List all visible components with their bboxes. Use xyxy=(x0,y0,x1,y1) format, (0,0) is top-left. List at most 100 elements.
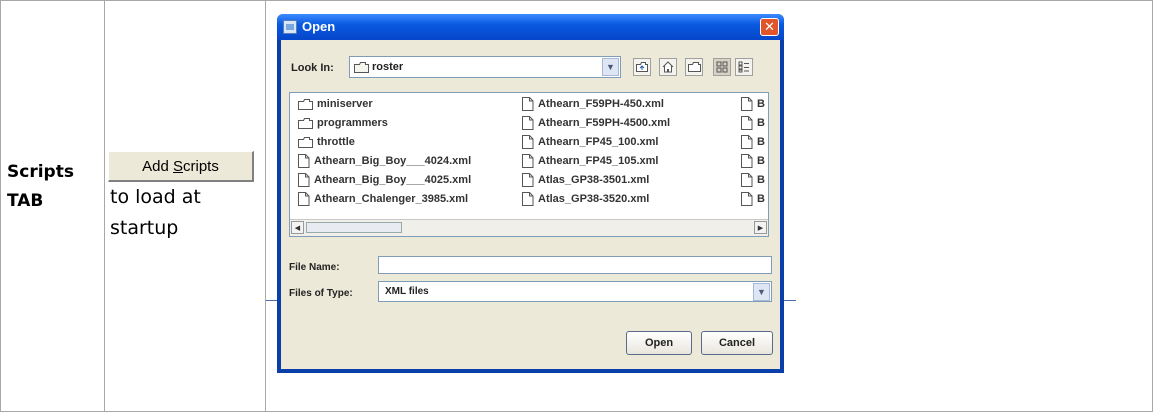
list-view-button[interactable] xyxy=(713,58,731,76)
list-item[interactable]: B xyxy=(741,171,765,189)
list-item-label: Athearn_Chalenger_3985.xml xyxy=(314,193,469,205)
file-icon xyxy=(741,173,753,187)
list-item[interactable]: Athearn_FP45_100.xml xyxy=(522,133,658,151)
open-button[interactable]: Open xyxy=(626,331,692,355)
column-divider-1 xyxy=(104,0,105,412)
scroll-left-icon[interactable]: ◀ xyxy=(291,221,304,234)
list-item[interactable]: programmers xyxy=(298,114,388,132)
dialog-title-bar[interactable]: Open ✕ xyxy=(277,14,784,40)
list-item[interactable]: Athearn_Big_Boy___4025.xml xyxy=(298,171,471,189)
home-icon xyxy=(662,61,674,73)
list-item[interactable]: Athearn_F59PH-450.xml xyxy=(522,95,664,113)
list-view-icon xyxy=(716,61,728,73)
file-icon xyxy=(741,97,753,111)
list-item-label: Athearn_F59PH-450.xml xyxy=(538,98,664,110)
list-item-label: B xyxy=(757,155,765,167)
dialog-title: Open xyxy=(302,19,336,34)
chevron-down-icon[interactable]: ▼ xyxy=(602,58,619,76)
file-list[interactable]: miniserver programmers throttle Athearn_… xyxy=(289,92,769,237)
add-scripts-button-prefix: Add xyxy=(142,157,173,175)
app-icon xyxy=(283,20,297,34)
files-of-type-combo[interactable]: XML files ▼ xyxy=(378,281,772,302)
list-item[interactable]: Atlas_GP38-3501.xml xyxy=(522,171,649,189)
list-item[interactable]: B xyxy=(741,114,765,132)
dialog-body: Look In: roster ▼ miniserver programmers… xyxy=(281,40,780,369)
folder-icon xyxy=(298,136,313,148)
list-item-label: B xyxy=(757,98,765,110)
chevron-down-icon[interactable]: ▼ xyxy=(753,283,770,301)
file-name-label: File Name: xyxy=(289,262,340,273)
list-item-label: Athearn_FP45_100.xml xyxy=(538,136,659,148)
up-folder-icon xyxy=(636,62,648,72)
files-of-type-value: XML files xyxy=(385,286,429,297)
file-icon xyxy=(522,135,534,149)
list-item-label: B xyxy=(757,136,765,148)
file-icon xyxy=(741,116,753,130)
description-text: to load at startup xyxy=(110,182,201,244)
list-item[interactable]: B xyxy=(741,152,765,170)
background-line-right xyxy=(784,300,796,301)
list-item[interactable]: Athearn_Big_Boy___4024.xml xyxy=(298,152,471,170)
scroll-right-icon[interactable]: ▶ xyxy=(754,221,767,234)
file-icon xyxy=(741,192,753,206)
list-item[interactable]: Athearn_Chalenger_3985.xml xyxy=(298,190,468,208)
list-item[interactable]: Athearn_FP45_105.xml xyxy=(522,152,658,170)
file-icon xyxy=(522,192,534,206)
file-icon xyxy=(298,154,310,168)
row-label-line-2: TAB xyxy=(7,191,44,211)
description-line-1: to load at xyxy=(110,186,201,208)
list-item-label: Atlas_GP38-3520.xml xyxy=(538,193,650,205)
file-icon xyxy=(522,97,534,111)
list-item-label: Atlas_GP38-3501.xml xyxy=(538,174,650,186)
file-icon xyxy=(741,154,753,168)
home-button[interactable] xyxy=(659,58,677,76)
folder-icon xyxy=(298,98,313,110)
list-item[interactable]: Athearn_F59PH-4500.xml xyxy=(522,114,670,132)
look-in-combo[interactable]: roster ▼ xyxy=(349,56,621,78)
list-item[interactable]: miniserver xyxy=(298,95,373,113)
look-in-label: Look In: xyxy=(291,62,334,74)
cancel-button[interactable]: Cancel xyxy=(701,331,773,355)
open-file-dialog: Open ✕ Look In: roster ▼ miniserver prog… xyxy=(277,14,784,373)
column-divider-2 xyxy=(265,0,266,412)
file-icon xyxy=(522,116,534,130)
folder-icon xyxy=(354,62,369,73)
new-folder-button[interactable] xyxy=(685,58,703,76)
file-icon xyxy=(522,173,534,187)
look-in-value: roster xyxy=(372,61,404,73)
list-item-label: Athearn_Big_Boy___4025.xml xyxy=(314,174,472,186)
folder-icon xyxy=(298,117,313,129)
scrollbar-thumb[interactable] xyxy=(306,222,402,233)
file-icon xyxy=(741,135,753,149)
table-left-border xyxy=(0,0,1,412)
list-item-label: Athearn_Big_Boy___4024.xml xyxy=(314,155,472,167)
list-item[interactable]: Atlas_GP38-3520.xml xyxy=(522,190,649,208)
list-item[interactable]: B xyxy=(741,95,765,113)
list-item[interactable]: B xyxy=(741,133,765,151)
details-view-button[interactable] xyxy=(735,58,753,76)
list-item[interactable]: throttle xyxy=(298,133,355,151)
list-item-label: B xyxy=(757,117,765,129)
horizontal-scrollbar[interactable]: ◀ ▶ xyxy=(290,219,768,236)
list-item-label: B xyxy=(757,174,765,186)
close-icon: ✕ xyxy=(764,19,775,35)
row-label: Scripts TAB xyxy=(7,158,74,216)
up-folder-button[interactable] xyxy=(633,58,651,76)
details-view-icon xyxy=(738,61,749,73)
list-item[interactable]: B xyxy=(741,190,765,208)
add-scripts-button[interactable]: Add Scripts xyxy=(108,151,254,182)
close-button[interactable]: ✕ xyxy=(760,18,779,36)
file-name-field[interactable] xyxy=(378,256,772,274)
file-icon xyxy=(298,192,310,206)
list-item-label: programmers xyxy=(317,117,388,129)
file-icon xyxy=(522,154,534,168)
table-top-border xyxy=(0,0,1153,1)
add-scripts-button-suffix: cripts xyxy=(183,157,219,175)
list-item-label: B xyxy=(757,193,765,205)
file-icon xyxy=(298,173,310,187)
list-item-label: miniserver xyxy=(317,98,373,110)
list-item-label: Athearn_F59PH-4500.xml xyxy=(538,117,671,129)
row-label-line-1: Scripts xyxy=(7,162,74,182)
add-scripts-button-mnemonic: S xyxy=(173,157,184,175)
new-folder-icon xyxy=(687,62,701,72)
